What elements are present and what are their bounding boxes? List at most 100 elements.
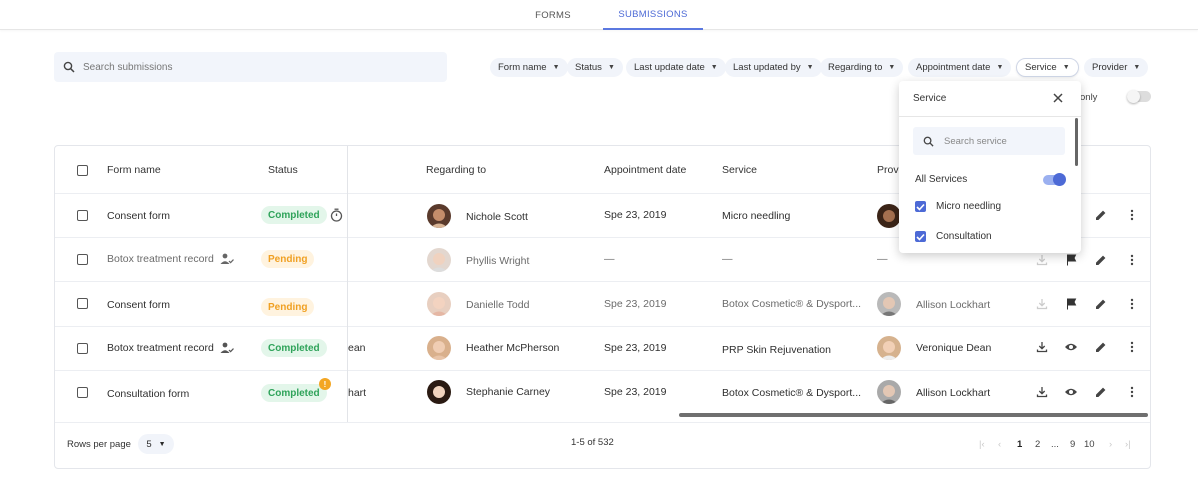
service-filter-dropdown: Service All Services Micro needling Cons… bbox=[899, 81, 1081, 253]
status-badge: Pending bbox=[261, 250, 315, 268]
all-services-toggle[interactable] bbox=[1043, 173, 1066, 186]
divider bbox=[55, 326, 1150, 327]
row-checkbox[interactable] bbox=[77, 298, 88, 309]
checkbox-checked-icon[interactable] bbox=[915, 201, 926, 212]
search-submissions[interactable] bbox=[54, 52, 447, 82]
frozen-column-divider bbox=[347, 146, 348, 422]
service-cell: Botox Cosmetic® & Dysport... bbox=[722, 387, 862, 399]
filter-last-updated-by[interactable]: Last updated by ▼ bbox=[725, 58, 822, 77]
avatar bbox=[427, 336, 451, 360]
row-checkbox[interactable] bbox=[77, 210, 88, 221]
form-name-cell[interactable]: Consent form bbox=[107, 299, 170, 311]
avatar bbox=[427, 204, 451, 228]
row-checkbox[interactable] bbox=[77, 343, 88, 354]
service-option[interactable]: Micro needling bbox=[915, 201, 1001, 212]
regarding-cell: Stephanie Carney bbox=[466, 386, 551, 398]
pagination-range: 1-5 of 532 bbox=[571, 437, 614, 448]
header-regarding-to[interactable]: Regarding to bbox=[426, 146, 486, 193]
page-2[interactable]: 2 bbox=[1035, 439, 1040, 450]
header-status[interactable]: Status bbox=[268, 146, 298, 193]
filter-label: Provider bbox=[1092, 62, 1128, 73]
divider bbox=[55, 370, 1150, 371]
only-toggle[interactable] bbox=[1127, 90, 1151, 103]
regarding-cell: Nichole Scott bbox=[466, 211, 528, 223]
appointment-date-cell: Spe 23, 2019 bbox=[604, 342, 667, 354]
status-badge: Completed bbox=[261, 384, 327, 402]
edit-icon[interactable] bbox=[1093, 296, 1109, 312]
submissions-page: FORMS SUBMISSIONS Form name ▼ Status ▼ Las… bbox=[0, 0, 1198, 495]
rows-per-page-select[interactable]: 5 ▼ bbox=[138, 434, 174, 454]
service-search-input[interactable] bbox=[944, 135, 1044, 147]
eye-icon[interactable] bbox=[1063, 339, 1079, 355]
status-badge: Pending bbox=[261, 298, 315, 316]
provider-cell: Allison Lockhart bbox=[916, 387, 991, 399]
edit-icon[interactable] bbox=[1093, 252, 1109, 268]
edit-icon[interactable] bbox=[1093, 207, 1109, 223]
filter-status[interactable]: Status ▼ bbox=[567, 58, 623, 77]
regarding-cell: Danielle Todd bbox=[466, 299, 530, 311]
more-options-icon[interactable] bbox=[1124, 339, 1140, 355]
status-badge: Completed bbox=[261, 206, 327, 224]
tab-submissions[interactable]: SUBMISSIONS bbox=[603, 0, 703, 30]
edit-icon[interactable] bbox=[1093, 339, 1109, 355]
caret-down-icon: ▼ bbox=[806, 64, 814, 71]
page-9[interactable]: 9 bbox=[1070, 439, 1075, 450]
service-option-label: Consultation bbox=[936, 231, 992, 242]
more-options-icon[interactable] bbox=[1124, 296, 1140, 312]
filter-regarding-to[interactable]: Regarding to ▼ bbox=[820, 58, 904, 77]
eye-icon[interactable] bbox=[1063, 384, 1079, 400]
filter-label: Regarding to bbox=[828, 62, 883, 73]
page-1[interactable]: 1 bbox=[1017, 439, 1022, 450]
download-icon bbox=[1034, 252, 1050, 268]
filter-service[interactable]: Service ▼ bbox=[1016, 58, 1079, 77]
checkbox-checked-icon[interactable] bbox=[915, 231, 926, 242]
next-page-icon[interactable]: › bbox=[1109, 439, 1112, 450]
flag-icon[interactable] bbox=[1063, 296, 1079, 312]
search-input[interactable] bbox=[83, 61, 383, 73]
filter-provider[interactable]: Provider ▼ bbox=[1084, 58, 1149, 77]
more-options-icon[interactable] bbox=[1124, 252, 1140, 268]
form-name-cell[interactable]: Botox treatment record bbox=[107, 342, 214, 354]
form-name-cell[interactable]: Consent form bbox=[107, 210, 170, 222]
service-cell: PRP Skin Rejuvenation bbox=[722, 344, 831, 356]
select-all-checkbox[interactable] bbox=[77, 165, 88, 176]
filter-last-update-date[interactable]: Last update date ▼ bbox=[626, 58, 726, 77]
filter-form-name[interactable]: Form name ▼ bbox=[490, 58, 568, 77]
row-checkbox[interactable] bbox=[77, 387, 88, 398]
close-icon[interactable] bbox=[1051, 91, 1065, 105]
service-option[interactable]: Consultation bbox=[915, 231, 992, 242]
header-appointment-date[interactable]: Appointment date bbox=[604, 146, 686, 193]
flag-icon[interactable] bbox=[1063, 252, 1079, 268]
filter-label: Last update date bbox=[634, 62, 705, 73]
filter-appointment-date[interactable]: Appointment date ▼ bbox=[908, 58, 1012, 77]
filter-label: Status bbox=[575, 62, 602, 73]
tab-forms[interactable]: FORMS bbox=[503, 0, 603, 30]
download-icon[interactable] bbox=[1034, 339, 1050, 355]
appointment-date-cell: — bbox=[604, 253, 615, 265]
download-icon[interactable] bbox=[1034, 384, 1050, 400]
last-page-icon[interactable]: ›| bbox=[1125, 439, 1131, 450]
edit-icon[interactable] bbox=[1093, 384, 1109, 400]
header-form-name[interactable]: Form name bbox=[107, 146, 161, 193]
service-search[interactable] bbox=[913, 127, 1065, 155]
prev-page-icon[interactable]: ‹ bbox=[998, 439, 1001, 450]
more-options-icon[interactable] bbox=[1124, 384, 1140, 400]
more-options-icon[interactable] bbox=[1124, 207, 1140, 223]
header-provider[interactable]: Provi bbox=[877, 146, 901, 193]
dropdown-scrollbar[interactable] bbox=[1075, 118, 1078, 166]
page-10[interactable]: 10 bbox=[1084, 439, 1095, 450]
top-tabs: FORMS SUBMISSIONS bbox=[0, 0, 1198, 30]
row-checkbox[interactable] bbox=[77, 254, 88, 265]
form-name-cell[interactable]: Consultation form bbox=[107, 388, 189, 400]
person-check-icon bbox=[220, 252, 234, 266]
filter-label: Service bbox=[1025, 62, 1057, 73]
avatar bbox=[427, 292, 451, 316]
appointment-date-cell: Spe 23, 2019 bbox=[604, 209, 667, 221]
provider-cell: Allison Lockhart bbox=[916, 299, 991, 311]
form-name-cell[interactable]: Botox treatment record bbox=[107, 253, 214, 265]
service-cell: — bbox=[722, 253, 733, 265]
first-page-icon[interactable]: |‹ bbox=[979, 439, 985, 450]
rows-per-page-label: Rows per page bbox=[67, 439, 131, 450]
header-service[interactable]: Service bbox=[722, 146, 757, 193]
horizontal-scrollbar[interactable] bbox=[679, 413, 1148, 417]
